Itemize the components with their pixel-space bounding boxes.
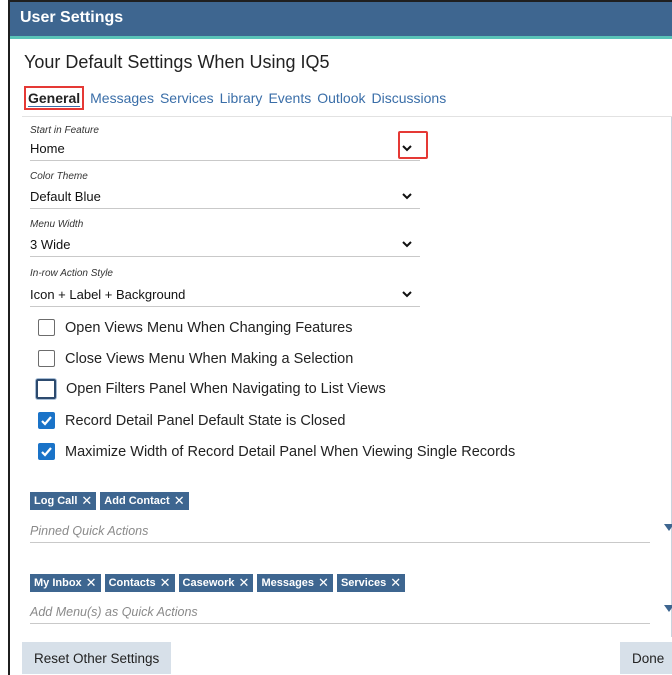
chip-label: Contacts [108,577,156,589]
chip-label: Services [340,577,387,589]
chip-label: Add Contact [104,495,170,507]
remove-icon[interactable]: ✕ [86,575,97,591]
tab-events[interactable]: Events [268,90,311,106]
chip-add-contact[interactable]: Add Contact ✕ [100,492,189,510]
page-heading: Your Default Settings When Using IQ5 [24,52,330,72]
pinned-placeholder: Pinned Quick Actions [30,524,149,538]
checkbox[interactable] [36,379,56,399]
remove-icon[interactable]: ✕ [174,493,185,509]
check-icon [41,416,52,426]
checkbox-row[interactable]: Open Views Menu When Changing Features [38,319,352,336]
tab-library[interactable]: Library [220,90,263,106]
general-settings-panel: Start in Feature Home Color Theme Defaul… [22,116,672,637]
highlight-box [398,131,428,159]
checkbox[interactable] [38,319,55,336]
checkbox-label: Record Detail Panel Default State is Clo… [65,412,346,429]
checkbox-label: Close Views Menu When Making a Selection [65,350,354,367]
dropdown-arrow-icon[interactable] [664,524,672,531]
menu-width-value: 3 Wide [30,237,71,252]
dialog-title: User Settings [10,2,672,39]
checkbox-row[interactable]: Open Filters Panel When Navigating to Li… [36,379,386,399]
menu-width-select[interactable]: 3 Wide [30,233,420,257]
remove-icon[interactable]: ✕ [239,575,250,591]
remove-icon[interactable]: ✕ [390,575,401,591]
menu-quick-actions-input[interactable]: Add Menu(s) as Quick Actions [30,602,672,624]
menu-chips: My Inbox ✕ Contacts ✕ Casework ✕ Message… [30,574,409,592]
chevron-down-icon[interactable] [400,189,414,203]
done-button[interactable]: Done [620,642,672,674]
chip-my-inbox[interactable]: My Inbox ✕ [30,574,101,592]
check-icon [41,447,52,457]
chip-casework[interactable]: Casework ✕ [178,574,254,592]
chevron-down-icon[interactable] [400,237,414,251]
tab-messages[interactable]: Messages [90,90,154,106]
user-settings-dialog: User Settings Your Default Settings When… [8,0,672,675]
checkbox-row[interactable]: Record Detail Panel Default State is Clo… [38,412,345,429]
tab-services[interactable]: Services [160,90,214,106]
reset-other-settings-button[interactable]: Reset Other Settings [22,642,172,674]
inrow-action-select[interactable]: Icon + Label + Background [30,283,420,307]
chip-label: My Inbox [34,577,82,589]
chip-contacts[interactable]: Contacts ✕ [104,574,175,592]
chevron-down-icon[interactable] [400,287,414,301]
remove-icon[interactable]: ✕ [160,575,171,591]
chip-label: Casework [182,577,235,589]
remove-icon[interactable]: ✕ [81,493,92,509]
remove-icon[interactable]: ✕ [318,575,329,591]
chip-services[interactable]: Services ✕ [336,574,406,592]
start-feature-value: Home [30,141,65,156]
checkbox[interactable] [38,350,55,367]
pinned-quick-actions-input[interactable]: Pinned Quick Actions [30,521,672,543]
chip-log-call[interactable]: Log Call ✕ [30,492,97,510]
settings-tabs: General Messages Services Library Events… [24,84,452,112]
inrow-action-label: In-row Action Style [30,268,113,279]
checkbox-checked[interactable] [38,443,55,460]
tab-general[interactable]: General [24,86,85,110]
chip-label: Log Call [34,495,78,507]
pinned-chips: Log Call ✕ Add Contact ✕ [30,492,193,510]
start-feature-label: Start in Feature [30,125,99,136]
menu-width-label: Menu Width [30,219,84,230]
checkbox-row[interactable]: Close Views Menu When Making a Selection [38,350,353,367]
chip-label: Messages [261,577,315,589]
tab-outlook[interactable]: Outlook [317,90,365,106]
color-theme-value: Default Blue [30,189,101,204]
tab-discussions[interactable]: Discussions [372,90,447,106]
checkbox-row[interactable]: Maximize Width of Record Detail Panel Wh… [38,443,515,460]
checkbox-label: Maximize Width of Record Detail Panel Wh… [65,443,516,460]
checkbox-checked[interactable] [38,412,55,429]
color-theme-label: Color Theme [30,171,88,182]
inrow-action-value: Icon + Label + Background [30,287,186,302]
checkbox-label: Open Views Menu When Changing Features [65,319,353,336]
dropdown-arrow-icon[interactable] [664,605,672,612]
menu-placeholder: Add Menu(s) as Quick Actions [30,605,198,619]
start-feature-select[interactable]: Home [30,131,428,161]
color-theme-select[interactable]: Default Blue [30,185,420,209]
checkbox-label: Open Filters Panel When Navigating to Li… [66,381,386,397]
chip-messages[interactable]: Messages ✕ [257,574,333,592]
